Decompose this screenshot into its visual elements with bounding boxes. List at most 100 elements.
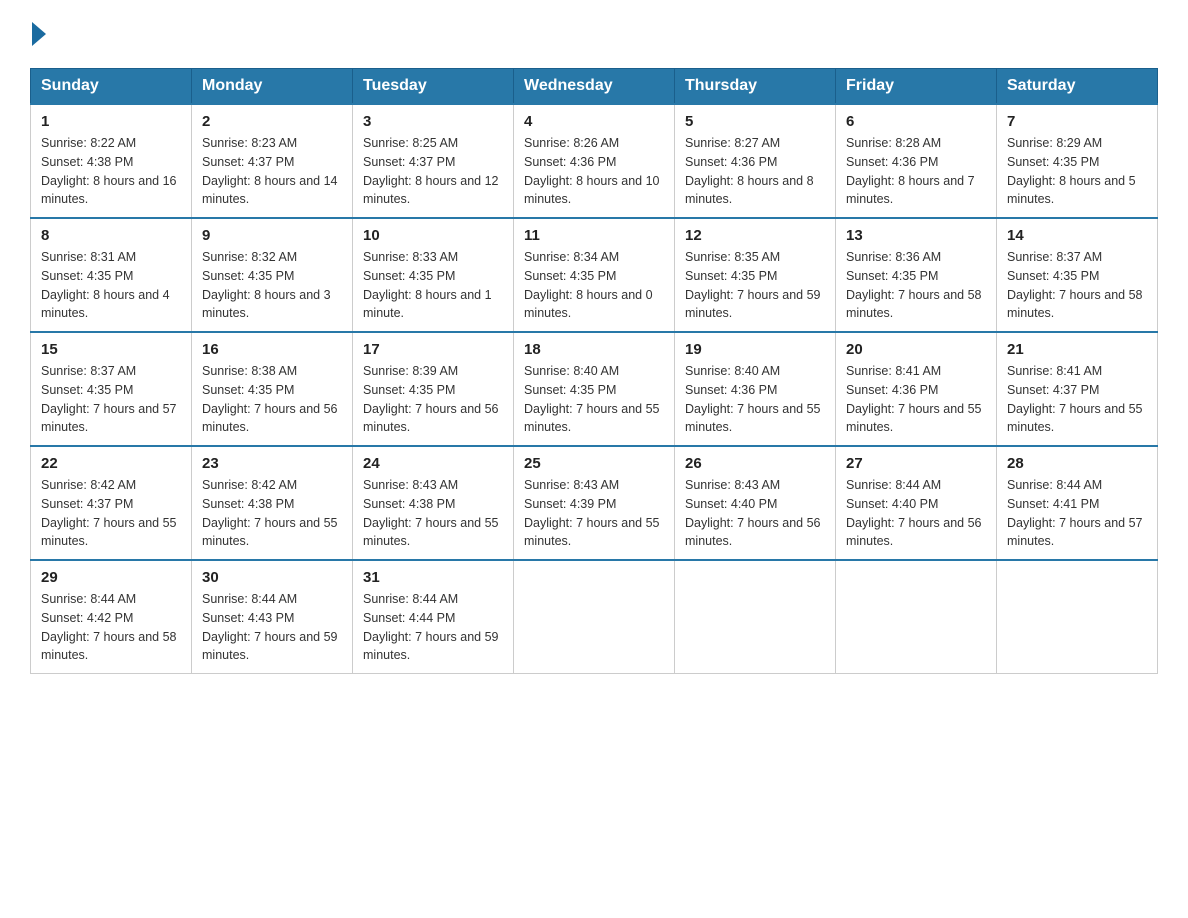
calendar-cell: 30 Sunrise: 8:44 AM Sunset: 4:43 PM Dayl…	[192, 560, 353, 674]
calendar-cell: 20 Sunrise: 8:41 AM Sunset: 4:36 PM Dayl…	[836, 332, 997, 446]
calendar-cell: 5 Sunrise: 8:27 AM Sunset: 4:36 PM Dayli…	[675, 104, 836, 218]
calendar-cell: 12 Sunrise: 8:35 AM Sunset: 4:35 PM Dayl…	[675, 218, 836, 332]
day-number: 27	[846, 455, 986, 472]
day-info: Sunrise: 8:44 AM Sunset: 4:44 PM Dayligh…	[363, 592, 499, 662]
day-info: Sunrise: 8:33 AM Sunset: 4:35 PM Dayligh…	[363, 250, 492, 320]
calendar-cell	[675, 560, 836, 674]
day-number: 22	[41, 455, 181, 472]
calendar-cell: 31 Sunrise: 8:44 AM Sunset: 4:44 PM Dayl…	[353, 560, 514, 674]
calendar-cell: 24 Sunrise: 8:43 AM Sunset: 4:38 PM Dayl…	[353, 446, 514, 560]
week-row-3: 15 Sunrise: 8:37 AM Sunset: 4:35 PM Dayl…	[31, 332, 1158, 446]
day-info: Sunrise: 8:36 AM Sunset: 4:35 PM Dayligh…	[846, 250, 982, 320]
day-number: 15	[41, 341, 181, 358]
day-info: Sunrise: 8:23 AM Sunset: 4:37 PM Dayligh…	[202, 136, 338, 206]
day-number: 7	[1007, 113, 1147, 130]
day-number: 2	[202, 113, 342, 130]
day-info: Sunrise: 8:25 AM Sunset: 4:37 PM Dayligh…	[363, 136, 499, 206]
day-number: 18	[524, 341, 664, 358]
calendar-cell: 10 Sunrise: 8:33 AM Sunset: 4:35 PM Dayl…	[353, 218, 514, 332]
day-number: 11	[524, 227, 664, 244]
day-number: 25	[524, 455, 664, 472]
calendar-cell: 4 Sunrise: 8:26 AM Sunset: 4:36 PM Dayli…	[514, 104, 675, 218]
calendar-table: SundayMondayTuesdayWednesdayThursdayFrid…	[30, 68, 1158, 674]
day-info: Sunrise: 8:41 AM Sunset: 4:36 PM Dayligh…	[846, 364, 982, 434]
day-info: Sunrise: 8:39 AM Sunset: 4:35 PM Dayligh…	[363, 364, 499, 434]
day-info: Sunrise: 8:28 AM Sunset: 4:36 PM Dayligh…	[846, 136, 975, 206]
day-info: Sunrise: 8:41 AM Sunset: 4:37 PM Dayligh…	[1007, 364, 1143, 434]
week-row-1: 1 Sunrise: 8:22 AM Sunset: 4:38 PM Dayli…	[31, 104, 1158, 218]
day-header-tuesday: Tuesday	[353, 69, 514, 105]
day-number: 17	[363, 341, 503, 358]
week-row-2: 8 Sunrise: 8:31 AM Sunset: 4:35 PM Dayli…	[31, 218, 1158, 332]
day-number: 5	[685, 113, 825, 130]
calendar-cell: 18 Sunrise: 8:40 AM Sunset: 4:35 PM Dayl…	[514, 332, 675, 446]
day-info: Sunrise: 8:22 AM Sunset: 4:38 PM Dayligh…	[41, 136, 177, 206]
day-info: Sunrise: 8:44 AM Sunset: 4:43 PM Dayligh…	[202, 592, 338, 662]
calendar-cell: 29 Sunrise: 8:44 AM Sunset: 4:42 PM Dayl…	[31, 560, 192, 674]
day-number: 23	[202, 455, 342, 472]
day-number: 30	[202, 569, 342, 586]
calendar-cell: 8 Sunrise: 8:31 AM Sunset: 4:35 PM Dayli…	[31, 218, 192, 332]
calendar-cell: 19 Sunrise: 8:40 AM Sunset: 4:36 PM Dayl…	[675, 332, 836, 446]
day-info: Sunrise: 8:38 AM Sunset: 4:35 PM Dayligh…	[202, 364, 338, 434]
calendar-cell: 17 Sunrise: 8:39 AM Sunset: 4:35 PM Dayl…	[353, 332, 514, 446]
day-number: 29	[41, 569, 181, 586]
calendar-cell: 28 Sunrise: 8:44 AM Sunset: 4:41 PM Dayl…	[997, 446, 1158, 560]
day-number: 6	[846, 113, 986, 130]
calendar-cell: 2 Sunrise: 8:23 AM Sunset: 4:37 PM Dayli…	[192, 104, 353, 218]
day-header-sunday: Sunday	[31, 69, 192, 105]
calendar-cell: 3 Sunrise: 8:25 AM Sunset: 4:37 PM Dayli…	[353, 104, 514, 218]
day-info: Sunrise: 8:40 AM Sunset: 4:36 PM Dayligh…	[685, 364, 821, 434]
calendar-cell: 23 Sunrise: 8:42 AM Sunset: 4:38 PM Dayl…	[192, 446, 353, 560]
calendar-cell: 16 Sunrise: 8:38 AM Sunset: 4:35 PM Dayl…	[192, 332, 353, 446]
day-number: 4	[524, 113, 664, 130]
day-number: 26	[685, 455, 825, 472]
logo-arrow-icon	[32, 22, 46, 46]
day-number: 19	[685, 341, 825, 358]
day-info: Sunrise: 8:27 AM Sunset: 4:36 PM Dayligh…	[685, 136, 814, 206]
calendar-cell: 6 Sunrise: 8:28 AM Sunset: 4:36 PM Dayli…	[836, 104, 997, 218]
day-header-monday: Monday	[192, 69, 353, 105]
day-number: 21	[1007, 341, 1147, 358]
calendar-cell: 11 Sunrise: 8:34 AM Sunset: 4:35 PM Dayl…	[514, 218, 675, 332]
day-info: Sunrise: 8:44 AM Sunset: 4:42 PM Dayligh…	[41, 592, 177, 662]
day-number: 13	[846, 227, 986, 244]
day-info: Sunrise: 8:31 AM Sunset: 4:35 PM Dayligh…	[41, 250, 170, 320]
day-number: 24	[363, 455, 503, 472]
calendar-cell: 9 Sunrise: 8:32 AM Sunset: 4:35 PM Dayli…	[192, 218, 353, 332]
calendar-header-row: SundayMondayTuesdayWednesdayThursdayFrid…	[31, 69, 1158, 105]
day-info: Sunrise: 8:32 AM Sunset: 4:35 PM Dayligh…	[202, 250, 331, 320]
day-info: Sunrise: 8:44 AM Sunset: 4:41 PM Dayligh…	[1007, 478, 1143, 548]
day-info: Sunrise: 8:42 AM Sunset: 4:37 PM Dayligh…	[41, 478, 177, 548]
day-info: Sunrise: 8:34 AM Sunset: 4:35 PM Dayligh…	[524, 250, 653, 320]
day-number: 1	[41, 113, 181, 130]
day-number: 28	[1007, 455, 1147, 472]
week-row-5: 29 Sunrise: 8:44 AM Sunset: 4:42 PM Dayl…	[31, 560, 1158, 674]
day-number: 10	[363, 227, 503, 244]
calendar-cell: 1 Sunrise: 8:22 AM Sunset: 4:38 PM Dayli…	[31, 104, 192, 218]
calendar-cell: 25 Sunrise: 8:43 AM Sunset: 4:39 PM Dayl…	[514, 446, 675, 560]
day-info: Sunrise: 8:37 AM Sunset: 4:35 PM Dayligh…	[41, 364, 177, 434]
calendar-cell: 15 Sunrise: 8:37 AM Sunset: 4:35 PM Dayl…	[31, 332, 192, 446]
day-info: Sunrise: 8:29 AM Sunset: 4:35 PM Dayligh…	[1007, 136, 1136, 206]
day-number: 8	[41, 227, 181, 244]
logo	[30, 20, 46, 48]
day-number: 9	[202, 227, 342, 244]
day-header-thursday: Thursday	[675, 69, 836, 105]
calendar-cell: 13 Sunrise: 8:36 AM Sunset: 4:35 PM Dayl…	[836, 218, 997, 332]
calendar-cell: 21 Sunrise: 8:41 AM Sunset: 4:37 PM Dayl…	[997, 332, 1158, 446]
calendar-cell: 22 Sunrise: 8:42 AM Sunset: 4:37 PM Dayl…	[31, 446, 192, 560]
calendar-cell: 7 Sunrise: 8:29 AM Sunset: 4:35 PM Dayli…	[997, 104, 1158, 218]
week-row-4: 22 Sunrise: 8:42 AM Sunset: 4:37 PM Dayl…	[31, 446, 1158, 560]
day-number: 3	[363, 113, 503, 130]
day-info: Sunrise: 8:43 AM Sunset: 4:40 PM Dayligh…	[685, 478, 821, 548]
day-number: 14	[1007, 227, 1147, 244]
day-header-friday: Friday	[836, 69, 997, 105]
day-info: Sunrise: 8:37 AM Sunset: 4:35 PM Dayligh…	[1007, 250, 1143, 320]
calendar-cell: 14 Sunrise: 8:37 AM Sunset: 4:35 PM Dayl…	[997, 218, 1158, 332]
day-info: Sunrise: 8:35 AM Sunset: 4:35 PM Dayligh…	[685, 250, 821, 320]
day-info: Sunrise: 8:40 AM Sunset: 4:35 PM Dayligh…	[524, 364, 660, 434]
day-info: Sunrise: 8:44 AM Sunset: 4:40 PM Dayligh…	[846, 478, 982, 548]
day-info: Sunrise: 8:42 AM Sunset: 4:38 PM Dayligh…	[202, 478, 338, 548]
day-number: 12	[685, 227, 825, 244]
